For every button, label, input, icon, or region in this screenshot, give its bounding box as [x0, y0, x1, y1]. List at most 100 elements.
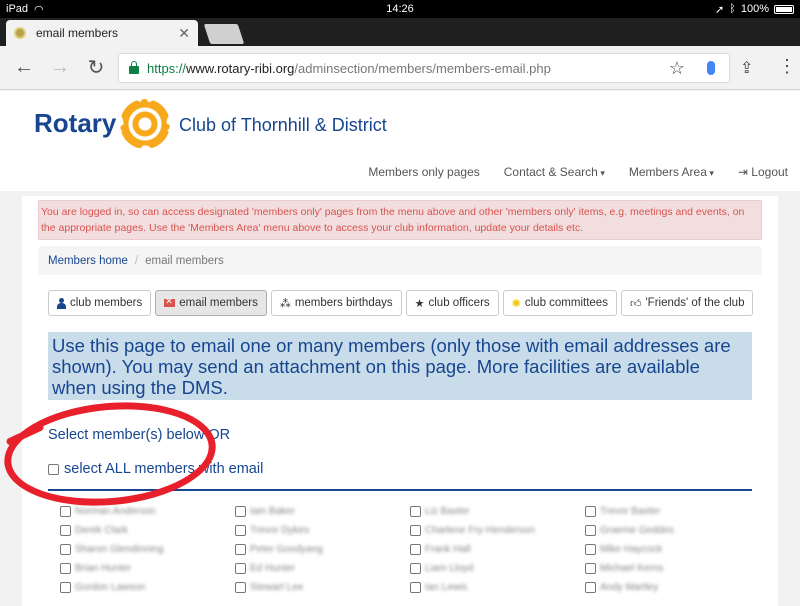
breadcrumb-separator: /	[134, 254, 139, 267]
members-birthdays-label: members birthdays	[294, 297, 393, 309]
rotary-logo-text[interactable]: Rotary	[34, 108, 116, 139]
member-name: Trevor Baxter	[600, 505, 661, 517]
member-item[interactable]: Andy Martley	[585, 580, 760, 594]
member-item[interactable]: Iain Baker	[235, 504, 410, 518]
club-committees-label: club committees	[524, 297, 608, 309]
member-item[interactable]: Ed Hunter	[235, 561, 410, 575]
member-item[interactable]: Gordon Lawson	[60, 580, 235, 594]
member-checkbox[interactable]	[410, 562, 421, 574]
member-name: Brian Hunter	[75, 562, 132, 574]
member-item[interactable]: Sharon Glendinning	[60, 542, 235, 556]
club-members-button[interactable]: club members	[48, 290, 152, 316]
nav-members-area[interactable]: Members Area	[629, 165, 714, 179]
member-list: Norman Anderson Iain Baker Liz Baxter Trevo…	[60, 504, 760, 594]
rotary-favicon-icon	[14, 27, 26, 39]
members-button-group: club members email members ⁂ members bir…	[48, 290, 754, 316]
member-item[interactable]: Ian Lewis	[410, 580, 585, 594]
club-officers-button[interactable]: ★ club officers	[405, 290, 499, 316]
member-name: Mike Haycock	[600, 543, 663, 555]
member-checkbox[interactable]	[585, 543, 596, 555]
member-item[interactable]: Trevor Dykes	[235, 523, 410, 537]
select-all-option[interactable]: select ALL members with email	[48, 461, 263, 477]
back-icon[interactable]: ←	[6, 56, 42, 79]
status-bar: iPad ◠ 14:26 ➚ ᛒ 100%	[0, 0, 800, 18]
breadcrumb-home[interactable]: Members home	[48, 255, 128, 267]
member-item[interactable]: Mike Haycock	[585, 542, 760, 556]
member-item[interactable]: Trevor Baxter	[585, 504, 760, 518]
email-members-button[interactable]: email members	[155, 290, 267, 316]
close-tab-icon[interactable]: ✕	[178, 25, 190, 42]
member-item[interactable]: Derek Clark	[60, 523, 235, 537]
url-path: /adminsection/members/members-email.php	[294, 60, 551, 76]
member-item[interactable]: Norman Anderson	[60, 504, 235, 518]
sun-icon: ✺	[511, 297, 521, 310]
member-checkbox[interactable]	[410, 524, 421, 536]
member-checkbox[interactable]	[235, 505, 246, 517]
member-checkbox[interactable]	[60, 581, 71, 593]
member-checkbox[interactable]	[235, 524, 246, 536]
microphone-icon[interactable]	[707, 61, 715, 75]
member-checkbox[interactable]	[410, 543, 421, 555]
forward-icon[interactable]: →	[42, 56, 78, 79]
member-item[interactable]: Michael Kerns	[585, 561, 760, 575]
thumbs-up-icon: 👍︎	[629, 297, 642, 310]
member-checkbox[interactable]	[410, 505, 421, 517]
member-name: Stewart Lee	[250, 581, 304, 593]
club-members-label: club members	[70, 297, 143, 309]
member-checkbox[interactable]	[60, 505, 71, 517]
share-icon[interactable]: ⇪	[740, 58, 753, 78]
member-item[interactable]: Brian Hunter	[60, 561, 235, 575]
logout-icon: ⇥	[737, 165, 752, 179]
new-tab-button[interactable]	[203, 24, 245, 44]
member-name: Ian Lewis	[425, 581, 468, 593]
member-name: Frank Hall	[425, 543, 471, 555]
member-name: Andy Martley	[600, 581, 659, 593]
member-checkbox[interactable]	[60, 543, 71, 555]
person-icon	[57, 297, 66, 309]
clock: 14:26	[386, 3, 414, 15]
email-members-label: email members	[179, 297, 258, 309]
member-name: Iain Baker	[250, 505, 296, 517]
nav-contact-search[interactable]: Contact & Search	[504, 165, 605, 179]
member-item[interactable]: Liam Lloyd	[410, 561, 585, 575]
members-birthdays-button[interactable]: ⁂ members birthdays	[270, 290, 402, 316]
browser-tab[interactable]: email members ✕	[6, 20, 198, 46]
address-bar[interactable]: https:// www.rotary-ribi.org /adminsecti…	[118, 53, 730, 83]
member-item[interactable]: Stewart Lee	[235, 580, 410, 594]
logout-label: Logout	[751, 165, 788, 179]
member-checkbox[interactable]	[235, 543, 246, 555]
member-item[interactable]: Frank Hall	[410, 542, 585, 556]
member-checkbox[interactable]	[235, 581, 246, 593]
select-heading: Select member(s) below OR	[48, 427, 231, 443]
member-checkbox[interactable]	[60, 524, 71, 536]
reload-icon[interactable]: ↻	[78, 55, 114, 80]
member-checkbox[interactable]	[585, 505, 596, 517]
url-scheme: https://	[147, 60, 187, 76]
info-panel: Use this page to email one or many membe…	[48, 332, 752, 400]
club-committees-button[interactable]: ✺ club committees	[502, 290, 617, 316]
breadcrumb-current: email members	[145, 254, 224, 267]
member-checkbox[interactable]	[585, 581, 596, 593]
select-all-checkbox[interactable]	[48, 463, 59, 475]
bookmark-star-icon[interactable]: ☆	[669, 58, 685, 79]
select-all-label: select ALL members with email	[64, 461, 264, 477]
star-icon: ★	[414, 297, 425, 310]
member-checkbox[interactable]	[60, 562, 71, 574]
member-checkbox[interactable]	[410, 581, 421, 593]
menu-kebab-icon[interactable]: ⋮	[778, 56, 796, 77]
envelope-icon	[164, 296, 176, 307]
member-name: Liam Lloyd	[425, 562, 474, 574]
member-checkbox[interactable]	[585, 562, 596, 574]
member-checkbox[interactable]	[235, 562, 246, 574]
nav-logout[interactable]: ⇥ Logout	[738, 165, 788, 179]
member-checkbox[interactable]	[585, 524, 596, 536]
club-name: Club of Thornhill & District	[179, 115, 387, 135]
member-item[interactable]: Peter Goodyang	[235, 542, 410, 556]
url-host: www.rotary-ribi.org	[186, 60, 295, 76]
friends-of-club-button[interactable]: 👍︎ 'Friends' of the club	[620, 290, 754, 316]
member-item[interactable]: Charlene Fry-Henderson	[410, 523, 585, 537]
member-item[interactable]: Graeme Geddes	[585, 523, 760, 537]
member-name: Norman Anderson	[75, 505, 156, 517]
member-item[interactable]: Liz Baxter	[410, 504, 585, 518]
nav-members-only[interactable]: Members only pages	[368, 165, 479, 179]
